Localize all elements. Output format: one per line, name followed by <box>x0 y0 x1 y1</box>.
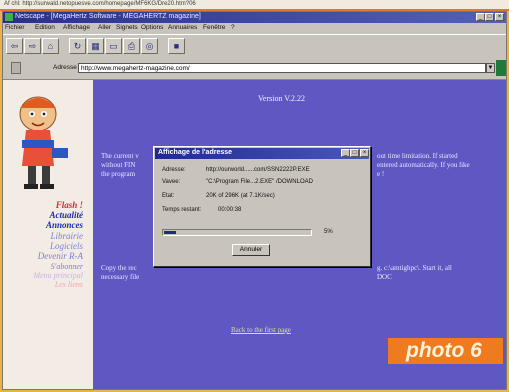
window-title: Netscape - [MegaHertz Software - MEGAHER… <box>15 13 201 20</box>
status-row-value: 20K of 296K (at 7.1K/sec) <box>206 193 275 199</box>
print-icon[interactable]: ⎙ <box>123 38 140 54</box>
status-row-label: Etat: <box>162 193 175 199</box>
link-les-liens[interactable]: Les liens <box>55 280 83 289</box>
paragraph1-line3: the program <box>101 170 136 178</box>
paragraph2-line1: Copy the rec <box>101 264 137 272</box>
version-heading: Version V.2.22 <box>258 94 306 103</box>
download-dialog: Affichage de l'adresse _ □ × Adresse: ht… <box>153 146 371 267</box>
menu-item-help[interactable]: ? <box>231 24 235 31</box>
menu-item-file[interactable]: Fichier <box>5 24 25 31</box>
link-sabonner[interactable]: S'abonner <box>51 262 83 271</box>
link-devenir-ra[interactable]: Devenir R-A <box>38 251 83 261</box>
address-label: Adresse <box>53 64 77 71</box>
dialog-minimize-icon[interactable]: _ <box>341 149 350 157</box>
close-icon[interactable]: × <box>495 13 504 21</box>
save-row-value: "C:\Program File...2.EXE" /DOWNLOAD <box>206 179 313 185</box>
save-row-label: Vavee: <box>162 179 181 185</box>
reload-icon[interactable]: ↻ <box>69 38 86 54</box>
paragraph1-line2: without FIN <box>101 161 136 169</box>
address-input[interactable] <box>78 63 486 73</box>
paragraph1-right3: e ! <box>377 170 385 178</box>
address-bar: Adresse ▼ <box>3 58 506 80</box>
link-logiciels[interactable]: Logiciels <box>50 241 83 251</box>
previous-address-text: Af chl: http://surwald.netopuesve.com/ho… <box>4 1 196 7</box>
previous-window-strip: Af chl: http://surwald.netopuesve.com/ho… <box>0 0 509 11</box>
download-progress-fill <box>164 231 176 234</box>
download-progress-bar <box>162 229 312 236</box>
open-icon[interactable]: ▭ <box>105 38 122 54</box>
link-librairie[interactable]: Librairie <box>50 231 83 241</box>
link-actualite[interactable]: Actualité <box>50 210 84 220</box>
time-row-label: Temps restant: <box>162 207 202 213</box>
mascot-image <box>19 96 68 189</box>
toolbar: ⇦ ⇨ ⌂ ↻ ▦ ▭ ⎙ ◎ ■ <box>3 34 506 59</box>
paragraph1-right1: out time limitation. If started <box>377 152 458 160</box>
sidebar: Flash ! Actualité Annonces Librairie Log… <box>3 80 93 389</box>
stop-icon[interactable]: ■ <box>168 38 185 54</box>
photo-caption-badge: photo 6 <box>388 338 503 364</box>
menu-bar: Fichier Edition Affichage Aller Signets … <box>3 23 506 33</box>
cancel-button[interactable]: Annuler <box>232 244 270 256</box>
link-flash[interactable]: Flash ! <box>56 200 83 210</box>
back-to-first-page-link[interactable]: Back to the first page <box>231 326 291 334</box>
minimize-icon[interactable]: _ <box>476 13 485 21</box>
dialog-close-icon[interactable]: × <box>360 149 369 157</box>
app-icon <box>5 13 13 21</box>
title-bar[interactable]: Netscape - [MegaHertz Software - MEGAHER… <box>3 12 506 23</box>
time-row-value: 00:00:38 <box>218 207 242 213</box>
back-icon[interactable]: ⇦ <box>6 38 23 54</box>
dialog-title: Affichage de l'adresse <box>158 149 233 156</box>
maximize-icon[interactable]: □ <box>485 13 494 21</box>
forward-icon[interactable]: ⇨ <box>24 38 41 54</box>
paragraph2-right1: g. c:\amtighpc\. Start it, all <box>377 264 452 272</box>
menu-item-window[interactable]: Fenêtre <box>203 24 225 31</box>
link-annonces[interactable]: Annonces <box>46 220 83 230</box>
home-icon[interactable]: ⌂ <box>42 38 59 54</box>
address-row-value: http://ourworld......com/SSN2222P.EXE <box>206 167 310 173</box>
link-menu-principal[interactable]: Menu principal <box>33 271 83 280</box>
menu-item-edit[interactable]: Edition <box>35 24 55 31</box>
dialog-maximize-icon[interactable]: □ <box>350 149 359 157</box>
paragraph2-right2: DOC <box>377 273 392 281</box>
menu-item-directory[interactable]: Annuaires <box>168 24 197 31</box>
chevron-down-icon[interactable]: ▼ <box>486 63 495 73</box>
download-progress-percent: 5% <box>324 229 333 235</box>
find-icon[interactable]: ◎ <box>141 38 158 54</box>
address-row-label: Adresse: <box>162 167 186 173</box>
netscape-logo <box>496 60 506 76</box>
menu-item-bookmarks[interactable]: Signets <box>116 24 138 31</box>
menu-item-go[interactable]: Aller <box>98 24 111 31</box>
dialog-title-bar[interactable]: Affichage de l'adresse _ □ × <box>155 148 369 159</box>
photo-caption: photo 6 <box>406 339 482 362</box>
paragraph2-line2: necessary file <box>101 273 140 281</box>
menu-item-view[interactable]: Affichage <box>63 24 90 31</box>
paragraph1-line1: The current v <box>101 152 139 160</box>
paragraph1-right2: entered automatically. If you like <box>377 161 470 169</box>
bookmark-icon[interactable] <box>11 62 21 74</box>
images-icon[interactable]: ▦ <box>87 38 104 54</box>
menu-item-options[interactable]: Options <box>141 24 163 31</box>
